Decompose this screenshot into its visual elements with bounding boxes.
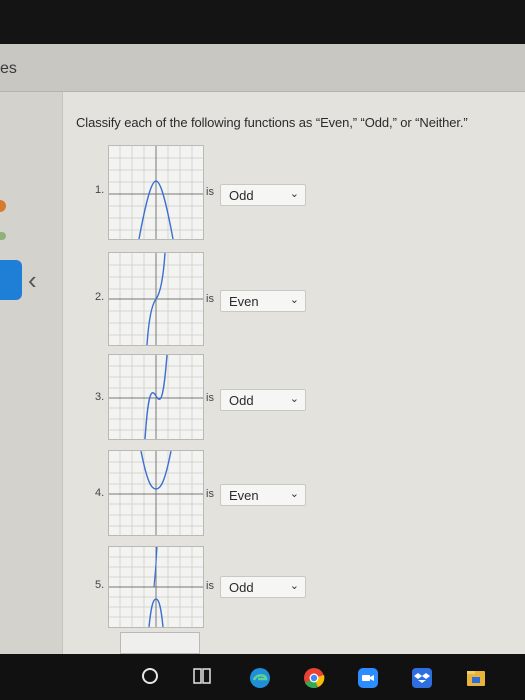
answer-select[interactable]: Odd ⌄ xyxy=(220,184,306,206)
item-number: 2. xyxy=(95,291,105,303)
left-navigation: ‹ xyxy=(0,92,62,654)
item-number: 5. xyxy=(95,579,105,591)
item-number: 4. xyxy=(95,487,105,499)
graph-svg xyxy=(109,253,203,345)
is-label: is xyxy=(206,293,214,305)
select-value: Odd xyxy=(229,393,254,408)
nav-marker-green xyxy=(0,232,6,240)
nav-marker-orange xyxy=(0,200,6,212)
function-graph xyxy=(108,145,204,240)
item-number: 1. xyxy=(95,184,105,196)
function-graph-partial xyxy=(120,632,200,654)
function-graph xyxy=(108,450,204,536)
select-value: Odd xyxy=(229,580,254,595)
function-graph xyxy=(108,546,204,628)
answer-select[interactable]: Even ⌄ xyxy=(220,484,306,506)
answer-select[interactable]: Even ⌄ xyxy=(220,290,306,312)
answer-select[interactable]: Odd ⌄ xyxy=(220,576,306,598)
is-label: is xyxy=(206,186,214,198)
chevron-down-icon: ⌄ xyxy=(289,188,299,200)
answer-select[interactable]: Odd ⌄ xyxy=(220,389,306,411)
monitor-screen: es ‹ xyxy=(0,44,525,654)
taskbar xyxy=(0,654,525,700)
is-label: is xyxy=(206,392,214,404)
select-value: Odd xyxy=(229,188,254,203)
file-explorer-icon[interactable] xyxy=(464,666,488,690)
task-view-icon[interactable] xyxy=(192,666,212,686)
search-circle-icon[interactable] xyxy=(140,666,160,686)
chevron-down-icon: ⌄ xyxy=(289,580,299,592)
chevron-down-icon: ⌄ xyxy=(289,488,299,500)
nav-active-indicator[interactable] xyxy=(0,260,22,300)
item-number: 3. xyxy=(95,391,105,403)
dropbox-icon[interactable] xyxy=(410,666,434,690)
header-partial-text: es xyxy=(0,60,17,77)
select-value: Even xyxy=(229,488,259,503)
zoom-icon[interactable] xyxy=(356,666,380,690)
chevron-down-icon: ⌄ xyxy=(289,393,299,405)
select-value: Even xyxy=(229,294,259,309)
graph-svg xyxy=(109,146,203,239)
is-label: is xyxy=(206,488,214,500)
edge-icon[interactable] xyxy=(248,666,272,690)
graph-svg xyxy=(109,451,203,535)
graph-svg xyxy=(109,355,203,439)
top-bar: es xyxy=(0,44,525,92)
function-graph xyxy=(108,252,204,346)
is-label: is xyxy=(206,580,214,592)
graph-svg xyxy=(109,547,203,627)
function-graph xyxy=(108,354,204,440)
chevron-left-icon[interactable]: ‹ xyxy=(28,267,37,293)
chevron-down-icon: ⌄ xyxy=(289,294,299,306)
question-prompt: Classify each of the following functions… xyxy=(76,115,468,130)
chrome-icon[interactable] xyxy=(302,666,326,690)
